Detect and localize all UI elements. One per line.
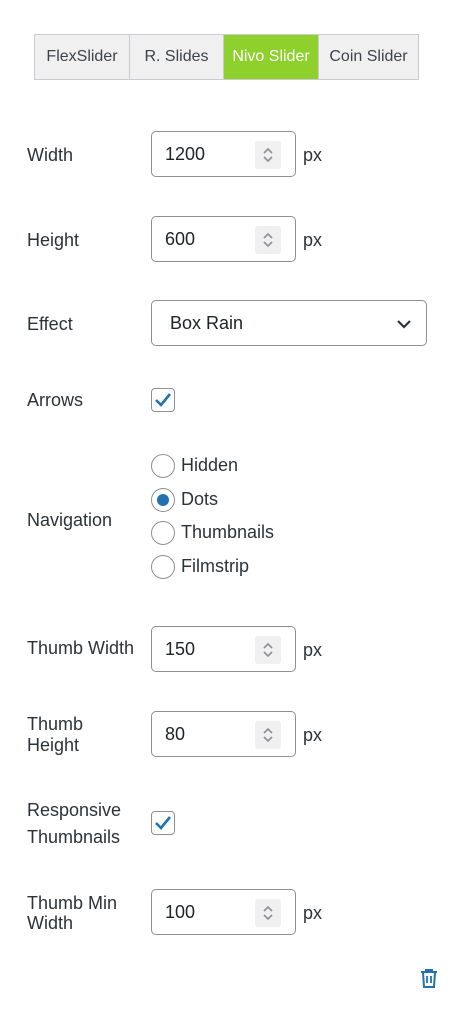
slider-type-tabs: FlexSlider R. Slides Nivo Slider Coin Sl… — [34, 34, 419, 80]
width-input[interactable]: 1200 — [151, 131, 296, 177]
effect-value: Box Rain — [170, 313, 244, 333]
chevron-updown-icon[interactable] — [255, 141, 281, 169]
thumb-width-unit: px — [303, 640, 323, 660]
thumb-width-label: Thumb Width — [27, 638, 135, 658]
trash-icon[interactable] — [417, 966, 441, 995]
chevron-updown-icon[interactable] — [255, 636, 281, 664]
thumb-min-width-label-line1: Thumb Min — [27, 893, 118, 913]
tab-coin-slider[interactable]: Coin Slider — [319, 35, 418, 79]
checkmark-icon — [155, 393, 172, 407]
tab-flexslider[interactable]: FlexSlider — [35, 35, 130, 79]
radio-thumbnails[interactable] — [151, 521, 175, 545]
height-input[interactable]: 600 — [151, 216, 296, 262]
effect-select[interactable]: Box Rain — [151, 300, 427, 346]
checkmark-icon — [155, 816, 172, 830]
thumb-height-value: 80 — [165, 724, 186, 744]
thumb-width-value: 150 — [165, 639, 196, 659]
thumb-min-width-unit: px — [303, 903, 323, 923]
arrows-checkbox[interactable] — [151, 388, 175, 412]
thumb-min-width-input[interactable]: 100 — [151, 889, 296, 935]
responsive-thumbnails-label-line2: Thumbnails — [27, 827, 121, 847]
chevron-updown-icon[interactable] — [255, 721, 281, 749]
radio-dots[interactable] — [151, 488, 175, 512]
thumb-min-width-label-line2: Width — [27, 913, 74, 933]
arrows-label: Arrows — [27, 390, 84, 410]
height-value: 600 — [165, 229, 196, 249]
radio-label-dots: Dots — [181, 489, 219, 509]
radio-hidden[interactable] — [151, 454, 175, 478]
tab-r-slides[interactable]: R. Slides — [130, 35, 224, 79]
thumb-height-input[interactable]: 80 — [151, 711, 296, 757]
radio-selected-dot — [157, 494, 169, 506]
width-value: 1200 — [165, 144, 206, 164]
chevron-updown-icon[interactable] — [255, 226, 281, 254]
radio-label-hidden: Hidden — [181, 455, 239, 475]
chevron-down-icon — [396, 317, 412, 335]
thumb-height-label-line1: Thumb — [27, 714, 84, 734]
width-label: Width — [27, 145, 74, 165]
responsive-thumbnails-checkbox[interactable] — [151, 811, 175, 835]
responsive-thumbnails-label-line1: Responsive — [27, 800, 122, 820]
tab-nivo-slider[interactable]: Nivo Slider — [224, 35, 319, 79]
thumb-height-label-line2: Height — [27, 735, 80, 755]
radio-filmstrip[interactable] — [151, 555, 175, 579]
thumb-min-width-value: 100 — [165, 902, 196, 922]
chevron-updown-icon[interactable] — [255, 899, 281, 927]
radio-label-filmstrip: Filmstrip — [181, 556, 249, 576]
navigation-label: Navigation — [27, 510, 113, 530]
radio-label-thumbnails: Thumbnails — [181, 522, 275, 542]
thumb-height-unit: px — [303, 725, 323, 745]
width-unit: px — [303, 145, 323, 165]
height-label: Height — [27, 230, 80, 250]
effect-label: Effect — [27, 314, 73, 334]
height-unit: px — [303, 230, 323, 250]
thumb-width-input[interactable]: 150 — [151, 626, 296, 672]
